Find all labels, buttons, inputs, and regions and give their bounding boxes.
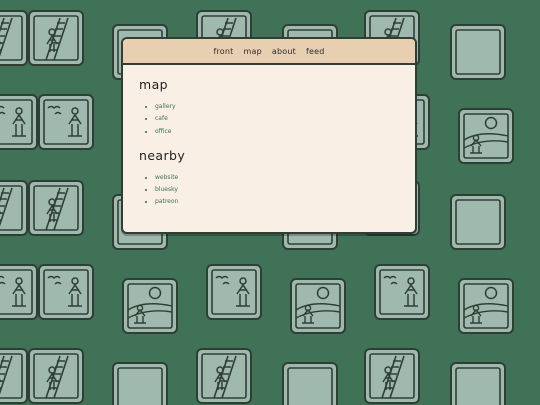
window-content: map gallery cafe office nearby website b… <box>123 65 415 209</box>
nearby-link-list: website bluesky patreon <box>139 172 415 209</box>
list-item: bluesky <box>155 184 415 196</box>
patreon-link[interactable]: patreon <box>155 198 178 205</box>
nav-about-link[interactable]: about <box>272 47 296 56</box>
website-link[interactable]: website <box>155 174 178 181</box>
nav-front-link[interactable]: front <box>213 47 233 56</box>
bluesky-link[interactable]: bluesky <box>155 186 178 193</box>
section-heading-nearby: nearby <box>139 147 186 163</box>
content-window: front map about feed map gallery cafe of… <box>121 37 417 234</box>
cafe-link[interactable]: cafe <box>155 115 168 122</box>
list-item: gallery <box>155 101 415 113</box>
list-item: office <box>155 126 415 138</box>
section-heading-map: map <box>139 77 168 92</box>
gallery-link[interactable]: gallery <box>155 103 176 110</box>
nav-feed-link[interactable]: feed <box>306 47 325 56</box>
list-item: website <box>155 172 415 184</box>
list-item: cafe <box>155 113 415 125</box>
top-nav: front map about feed <box>123 39 415 65</box>
nav-map-link[interactable]: map <box>244 47 262 56</box>
list-item: patreon <box>155 196 415 208</box>
office-link[interactable]: office <box>155 128 171 135</box>
map-link-list: gallery cafe office <box>139 101 415 138</box>
